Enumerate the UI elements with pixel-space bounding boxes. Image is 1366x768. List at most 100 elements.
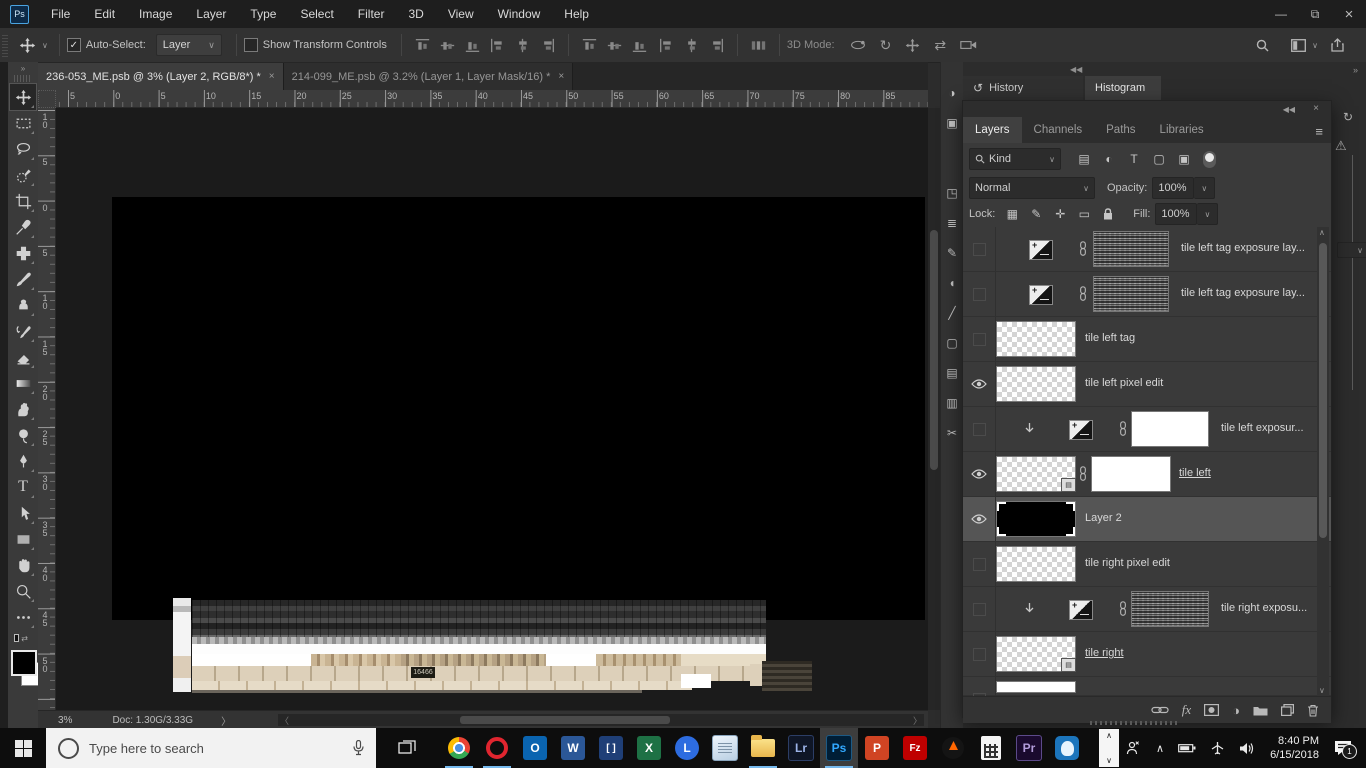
mask-link-icon[interactable] <box>1119 601 1127 616</box>
layers-scrollbar-thumb[interactable] <box>1319 243 1327 538</box>
align-top-edges-icon[interactable] <box>415 38 430 53</box>
smudge-tool[interactable] <box>10 396 36 422</box>
new-layer-icon[interactable] <box>1281 704 1294 716</box>
menu-edit[interactable]: Edit <box>82 0 127 28</box>
layer-thumbnail[interactable]: ▤ <box>996 456 1076 492</box>
mask-link-icon[interactable] <box>1119 421 1127 436</box>
lock-artboard-icon[interactable]: ▭ <box>1073 204 1095 224</box>
brushes-panel-icon[interactable]: ✎ <box>941 240 963 266</box>
distribute-vertical-centers-icon[interactable] <box>607 38 622 53</box>
distribute-spacing-icon[interactable] <box>751 38 766 53</box>
layer-row[interactable]: ▤ tile left <box>963 452 1331 497</box>
new-adjustment-layer-icon[interactable]: ◑ <box>1232 703 1240 718</box>
eye-hidden-box[interactable] <box>972 557 986 571</box>
layer-mask-thumbnail[interactable] <box>1091 456 1171 492</box>
scroll-down-icon[interactable]: ∨ <box>1319 686 1325 695</box>
default-swap-colors[interactable]: ⇄ <box>14 632 28 644</box>
clone-stamp-tool[interactable] <box>10 292 36 318</box>
shapes-panel-icon[interactable]: ▢ <box>941 330 963 356</box>
scroll-up-icon[interactable]: ∧ <box>1319 228 1325 237</box>
canvas-vertical-scrollbar-thumb[interactable] <box>930 230 938 470</box>
add-layer-mask-icon[interactable] <box>1204 704 1220 716</box>
workspace-icon[interactable] <box>1287 35 1309 55</box>
taskbar-app-brackets[interactable]: [ ] <box>592 728 630 768</box>
layer-name[interactable]: tile left <box>1179 467 1211 479</box>
document-canvas[interactable]: 16466 <box>112 197 925 693</box>
eye-hidden-box[interactable] <box>972 692 986 696</box>
layer-name[interactable]: tile left tag exposure lay... <box>1181 242 1305 254</box>
layers-scrollbar[interactable]: ∧ ∨ <box>1317 227 1329 696</box>
dock-collapse-icon[interactable]: ◀◀ <box>1070 65 1082 74</box>
layer-mask-thumbnail[interactable] <box>996 681 1076 693</box>
brush-tool[interactable] <box>10 266 36 292</box>
taskbar-app-calculator[interactable] <box>972 728 1010 768</box>
layer-row[interactable]: ▤ tile right <box>963 632 1331 677</box>
taskbar-app-app-l[interactable]: L <box>668 728 706 768</box>
color-panel-icon[interactable]: ◳ <box>941 180 963 206</box>
taskbar-app-chrome[interactable] <box>440 728 478 768</box>
pen-tool[interactable] <box>10 448 36 474</box>
eye-icon[interactable] <box>971 514 987 524</box>
document-tab-2[interactable]: 214-099_ME.psb @ 3.2% (Layer 1, Layer Ma… <box>283 63 574 90</box>
task-view-button[interactable] <box>388 728 426 768</box>
histogram-channel-dropdown[interactable]: ∨ <box>1337 242 1366 258</box>
scroll-right-icon[interactable]: 〉 <box>913 714 922 727</box>
eye-hidden-box[interactable] <box>972 647 986 661</box>
horizontal-ruler[interactable]: 5 0 5 10 15 20 25 30 35 40 45 50 55 60 65 70 75 80 85 <box>56 90 928 108</box>
vertical-ruler[interactable]: 10 5 0 5 10 15 20 25 30 35 40 45 50 <box>38 108 56 710</box>
opacity-value[interactable]: 100% <box>1152 177 1195 199</box>
show-transform-checkbox[interactable] <box>243 38 258 52</box>
workspace-chevron-icon[interactable]: ∨ <box>1312 41 1318 50</box>
distribute-left-edges-icon[interactable] <box>659 38 674 53</box>
eraser-tool[interactable] <box>10 344 36 370</box>
auto-select-dropdown[interactable]: Layer ∨ <box>155 34 222 56</box>
gradient-tool[interactable] <box>10 370 36 396</box>
toolbar-collapse-icon[interactable]: » <box>8 62 38 75</box>
panel-close-icon[interactable]: × <box>1313 103 1319 114</box>
zoom-tool[interactable] <box>10 578 36 604</box>
edit-toolbar[interactable] <box>10 604 36 630</box>
taskbar-app-powerpoint[interactable]: P <box>858 728 896 768</box>
tab-histogram[interactable]: Histogram <box>1085 76 1161 100</box>
layer-name[interactable]: tile right <box>1085 647 1124 659</box>
new-group-icon[interactable] <box>1253 705 1268 716</box>
visibility-cell[interactable] <box>963 407 996 451</box>
zoom-level[interactable]: 3% <box>58 715 72 726</box>
menu-3d[interactable]: 3D <box>396 0 435 28</box>
visibility-cell[interactable] <box>963 542 996 586</box>
layer-thumbnail[interactable] <box>996 546 1076 582</box>
lasso-tool[interactable] <box>10 136 36 162</box>
notification-icon[interactable]: 1 <box>1334 740 1357 759</box>
hidden-icons-chevron[interactable]: ∧ <box>1156 742 1164 755</box>
eye-hidden-box[interactable] <box>972 422 986 436</box>
timeline-panel-icon[interactable]: ✂ <box>941 420 963 446</box>
tab-libraries[interactable]: Libraries <box>1148 117 1216 143</box>
canvas-horizontal-scrollbar[interactable]: 〈 〉 <box>278 714 924 726</box>
scroll-arrows-icon[interactable]: ∧ ∨ <box>1099 729 1119 767</box>
layer-style-icon[interactable]: fx <box>1182 702 1191 718</box>
adjustment-layer-icon[interactable]: + — <box>1029 240 1053 260</box>
visibility-cell[interactable] <box>963 317 996 361</box>
layer-thumbnail[interactable] <box>996 501 1076 537</box>
type-tool[interactable]: T <box>10 474 36 500</box>
tab-history[interactable]: ↺ History <box>963 76 1083 100</box>
menu-type[interactable]: Type <box>238 0 288 28</box>
adjustment-layer-icon[interactable]: + — <box>1029 285 1053 305</box>
panel-menu-icon[interactable]: ≡ <box>1315 124 1323 139</box>
menu-file[interactable]: File <box>39 0 82 28</box>
panel-collapse-icon[interactable]: ◀◀ <box>1283 105 1295 114</box>
adjustment-filter-icon[interactable]: ◐ <box>1098 149 1120 169</box>
tab-channels[interactable]: Channels <box>1022 117 1095 143</box>
shape-filter-icon[interactable]: ▢ <box>1148 149 1170 169</box>
pixel-filter-icon[interactable]: ▤ <box>1073 149 1095 169</box>
align-right-edges-icon[interactable] <box>540 38 555 53</box>
menu-filter[interactable]: Filter <box>346 0 397 28</box>
layer-mask-thumbnail[interactable] <box>1131 591 1209 627</box>
canvas-horizontal-scrollbar-thumb[interactable] <box>460 716 670 724</box>
3d-dolly-icon[interactable] <box>960 39 977 51</box>
taskbar-app-opera[interactable] <box>478 728 516 768</box>
tab-layers[interactable]: Layers <box>963 117 1022 143</box>
taskbar-app-outlook[interactable]: O <box>516 728 554 768</box>
clock[interactable]: 8:40 PM 6/15/2018 <box>1270 734 1319 762</box>
visibility-cell[interactable] <box>963 272 996 316</box>
